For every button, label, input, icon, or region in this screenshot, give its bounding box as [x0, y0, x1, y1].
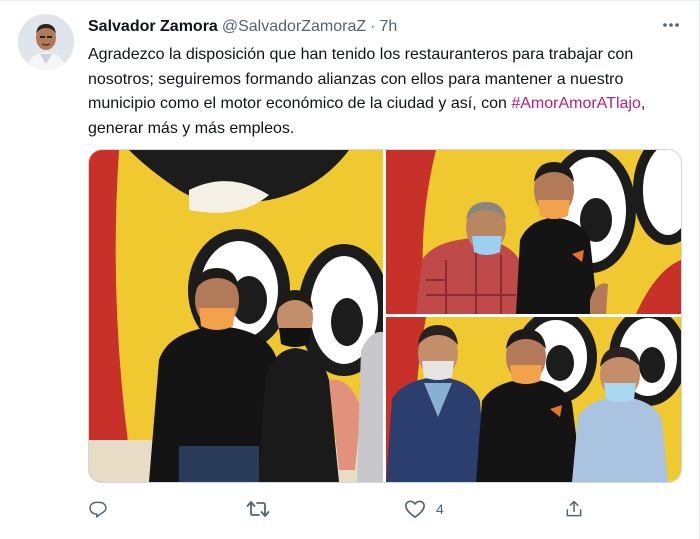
- tweet-text: Agradezco la disposición que han tenido …: [88, 43, 680, 141]
- photo-1[interactable]: [89, 150, 383, 482]
- retweet-button[interactable]: [246, 496, 280, 522]
- avatar-image: [18, 14, 74, 70]
- reply-icon: [89, 501, 107, 518]
- like-button[interactable]: 4: [404, 496, 444, 522]
- share-button[interactable]: [564, 496, 584, 522]
- author-name[interactable]: Salvador Zamora: [88, 18, 218, 36]
- tweet-header: Salvador Zamora @SalvadorZamoraZ · 7h: [88, 15, 397, 39]
- frame-top-border: [0, 0, 700, 1]
- photo-3-image: [386, 317, 681, 482]
- more-icon: [663, 23, 679, 27]
- tweet-actions: 4: [88, 496, 648, 522]
- more-options-button[interactable]: [660, 14, 682, 36]
- photo-3[interactable]: [386, 317, 681, 482]
- media-grid: [88, 149, 682, 483]
- reply-button[interactable]: [88, 496, 118, 522]
- tweet-timestamp[interactable]: 7h: [379, 18, 397, 36]
- avatar[interactable]: [18, 14, 74, 70]
- hashtag-link[interactable]: #AmorAmorATlajo: [511, 95, 641, 112]
- retweet-icon: [246, 501, 270, 517]
- share-icon: [566, 500, 582, 517]
- photo-2[interactable]: [386, 150, 681, 314]
- separator-dot: ·: [370, 18, 376, 35]
- photo-1-image: [89, 150, 383, 482]
- like-count: 4: [436, 501, 444, 517]
- like-icon: [405, 500, 425, 518]
- photo-2-image: [386, 150, 681, 314]
- author-handle[interactable]: @SalvadorZamoraZ: [222, 18, 366, 36]
